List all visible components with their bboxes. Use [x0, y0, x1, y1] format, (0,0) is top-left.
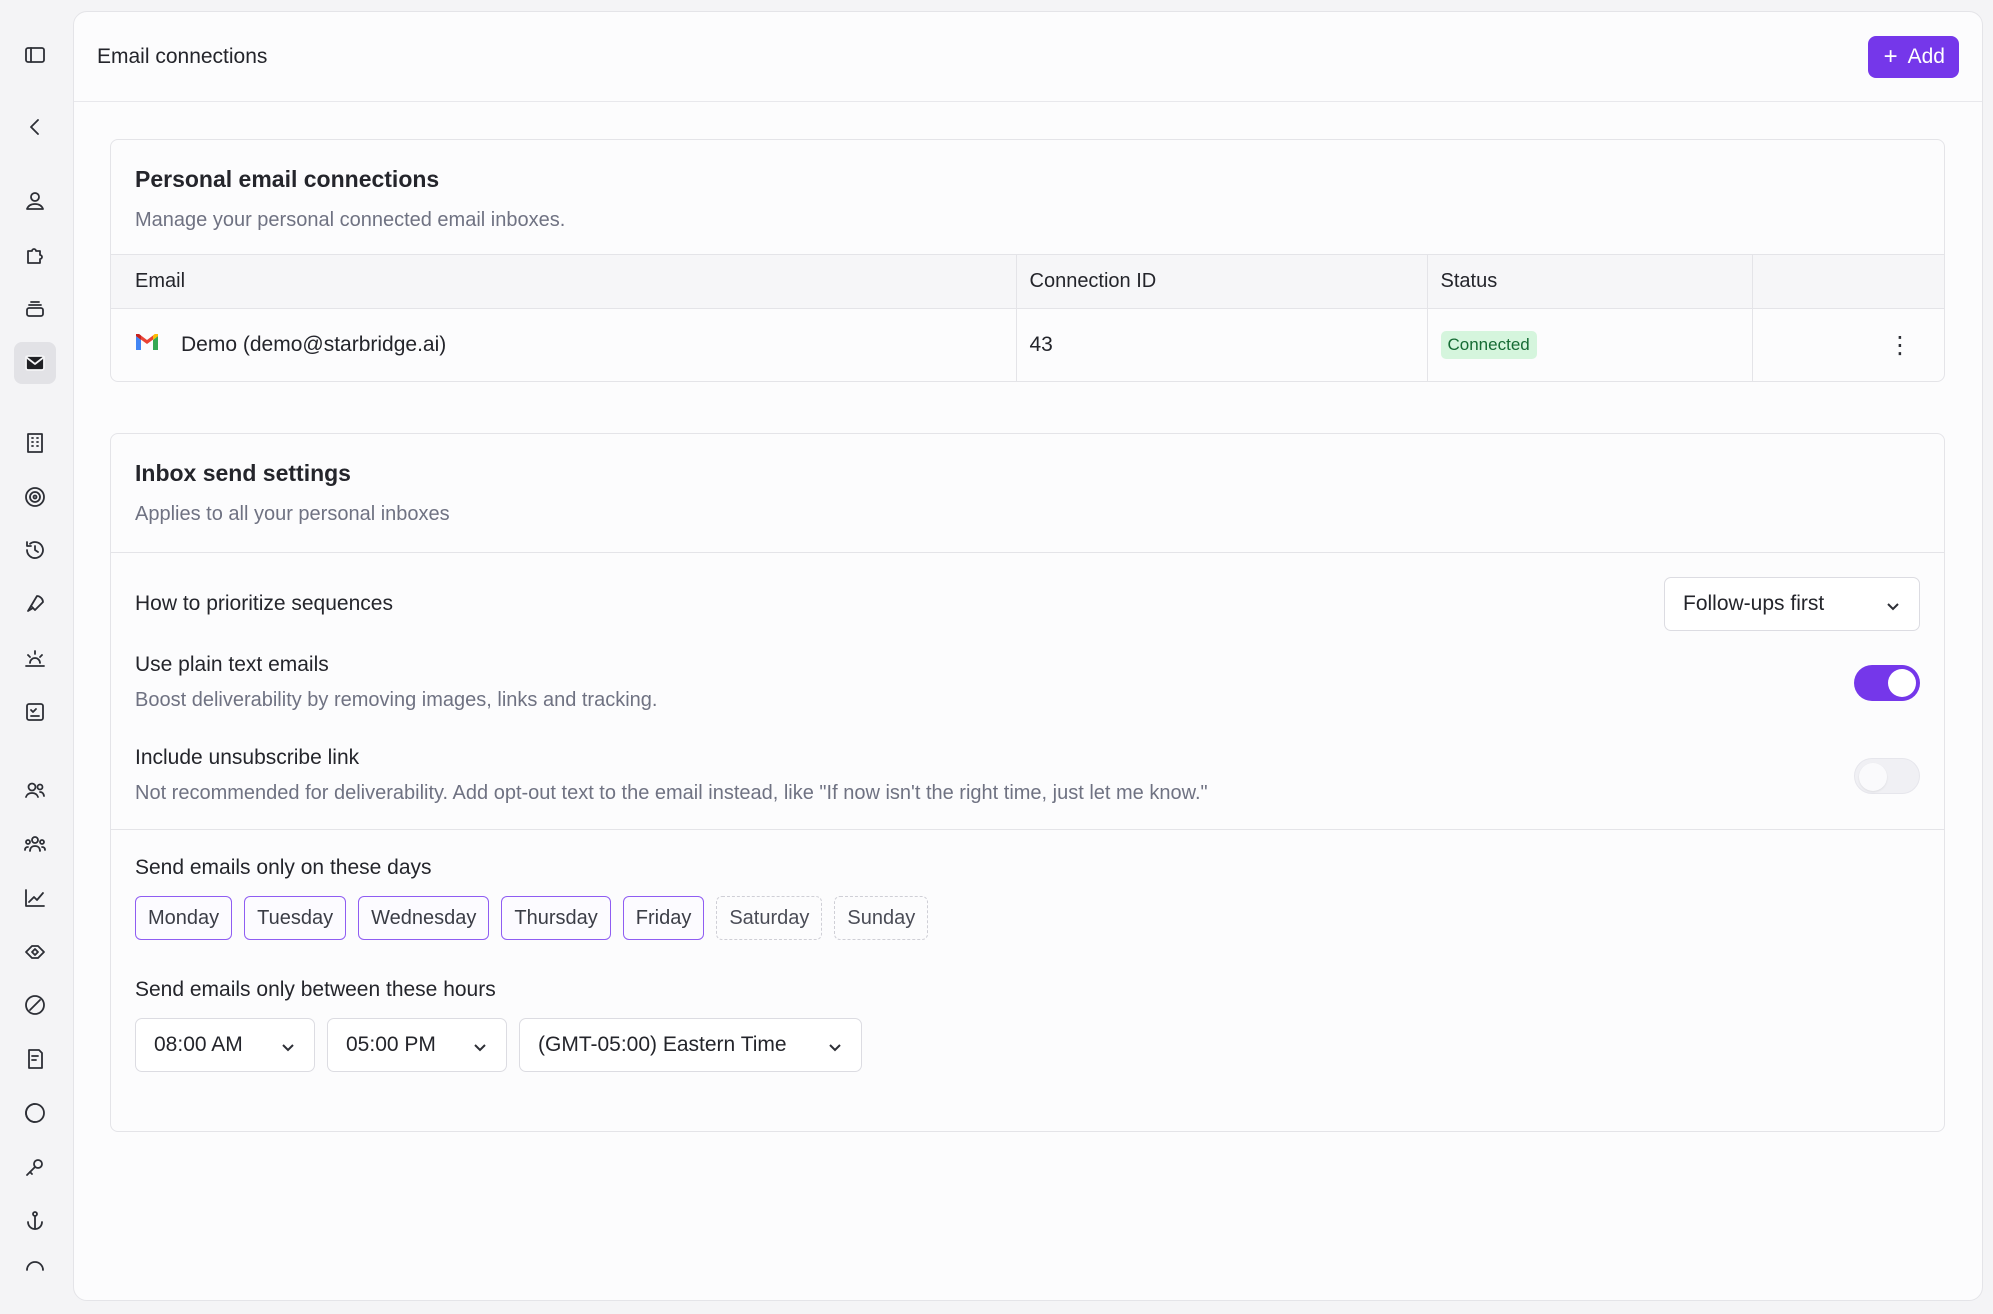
plus-icon: +: [1883, 42, 1898, 70]
back-icon[interactable]: [14, 106, 56, 148]
main-panel: Email connections + Add Personal email c…: [73, 11, 1983, 1301]
plain-text-toggle[interactable]: [1854, 664, 1920, 701]
chevron-down-icon: [827, 1037, 843, 1053]
day-wednesday[interactable]: Wednesday: [358, 896, 490, 940]
document-icon[interactable]: [14, 1038, 56, 1080]
prioritize-select[interactable]: Follow-ups first: [1664, 577, 1920, 631]
anchor-icon[interactable]: [14, 1200, 56, 1242]
plain-text-label: Use plain text emails: [135, 653, 329, 676]
personal-connections-subtitle: Manage your personal connected email inb…: [135, 209, 566, 231]
add-button-label: Add: [1907, 44, 1945, 68]
column-header-email[interactable]: Email: [111, 254, 1017, 309]
users-icon[interactable]: [14, 769, 56, 811]
unsubscribe-row: Include unsubscribe link Not recommended…: [111, 746, 1944, 805]
day-monday[interactable]: Monday: [135, 896, 233, 940]
page-title: Email connections: [97, 44, 268, 68]
day-tuesday[interactable]: Tuesday: [244, 896, 347, 940]
chevron-down-icon: [280, 1037, 296, 1053]
days-row: Send emails only on these days: [111, 856, 1944, 880]
plain-text-row: Use plain text emails Boost deliverabili…: [111, 653, 1944, 712]
start-time-select[interactable]: 08:00 AM: [135, 1018, 315, 1072]
unsubscribe-label: Include unsubscribe link: [135, 746, 360, 769]
checklist-icon[interactable]: [14, 691, 56, 733]
prioritize-row: How to prioritize sequences Follow-ups f…: [111, 577, 1944, 631]
key-icon[interactable]: [14, 1146, 56, 1188]
unsubscribe-toggle[interactable]: [1854, 757, 1920, 794]
divider: [111, 829, 1944, 830]
actions-cell: ⋮: [1752, 309, 1944, 382]
unsubscribe-description: Not recommended for deliverability. Add …: [135, 782, 1208, 804]
chevron-down-icon: [1885, 596, 1901, 612]
chart-icon[interactable]: [14, 877, 56, 919]
days-label: Send emails only on these days: [135, 856, 432, 879]
start-time-value: 08:00 AM: [154, 1033, 243, 1056]
plain-text-text: Use plain text emails Boost deliverabili…: [135, 653, 657, 712]
column-header-actions: [1752, 254, 1944, 309]
puzzle-icon[interactable]: [14, 234, 56, 276]
building-icon[interactable]: [14, 422, 56, 464]
add-button[interactable]: + Add: [1867, 35, 1959, 78]
personal-connections-header: Personal email connections Manage your p…: [111, 140, 1944, 254]
icon-rail: [0, 0, 72, 1314]
end-time-select[interactable]: 05:00 PM: [327, 1018, 507, 1072]
day-friday[interactable]: Friday: [622, 896, 705, 940]
toggle-knob: [1888, 668, 1916, 697]
tag-icon[interactable]: [14, 931, 56, 973]
unsubscribe-text: Include unsubscribe link Not recommended…: [135, 746, 1208, 805]
connections-table: Email Connection ID Status Demo (demo@st…: [111, 254, 1944, 381]
day-sunday[interactable]: Sunday: [834, 896, 929, 940]
status-badge: Connected: [1440, 331, 1537, 359]
top-bar: Email connections + Add: [74, 12, 1982, 102]
mail-icon[interactable]: [14, 342, 56, 384]
plain-text-description: Boost deliverability by removing images,…: [135, 689, 658, 711]
timezone-value: (GMT-05:00) Eastern Time: [538, 1033, 787, 1056]
layers-icon[interactable]: [14, 288, 56, 330]
column-header-connection-id[interactable]: Connection ID: [1016, 254, 1428, 309]
email-value: Demo (demo@starbridge.ai): [181, 333, 447, 356]
timezone-select[interactable]: (GMT-05:00) Eastern Time: [519, 1018, 862, 1072]
end-time-value: 05:00 PM: [346, 1033, 436, 1056]
gmail-icon: [135, 333, 159, 357]
more-options-icon[interactable]: ⋮: [1888, 332, 1912, 359]
personal-connections-card: Personal email connections Manage your p…: [110, 139, 1945, 382]
target-icon[interactable]: [14, 476, 56, 518]
hours-group: 08:00 AM 05:00 PM (GMT-05:00) Eastern Ti…: [111, 1018, 1944, 1072]
sunrise-icon[interactable]: [14, 637, 56, 679]
prioritize-value: Follow-ups first: [1683, 592, 1825, 615]
table-row[interactable]: Demo (demo@starbridge.ai) 43 Connected ⋮: [111, 308, 1944, 382]
send-settings-card: Inbox send settings Applies to all your …: [110, 433, 1945, 1132]
status-cell: Connected: [1427, 308, 1753, 381]
send-settings-header: Inbox send settings Applies to all your …: [111, 434, 1944, 552]
send-settings-subtitle: Applies to all your personal inboxes: [135, 503, 450, 525]
days-group: Monday Tuesday Wednesday Thursday Friday…: [111, 896, 1944, 940]
gauge-icon[interactable]: [14, 1254, 56, 1278]
personal-connections-title: Personal email connections: [135, 166, 440, 192]
circle-icon[interactable]: [14, 1092, 56, 1134]
toggle-knob: [1859, 762, 1887, 791]
send-settings-title: Inbox send settings: [135, 460, 351, 486]
hours-label: Send emails only between these hours: [135, 978, 496, 1001]
block-icon[interactable]: [14, 984, 56, 1026]
prioritize-label: How to prioritize sequences: [135, 592, 393, 615]
hours-row: Send emails only between these hours: [111, 978, 1944, 1002]
divider: [111, 552, 1944, 553]
day-saturday[interactable]: Saturday: [716, 896, 823, 940]
panel-toggle-icon[interactable]: [14, 34, 56, 76]
column-header-status[interactable]: Status: [1427, 254, 1753, 309]
user-icon[interactable]: [14, 180, 56, 222]
connection-id-cell: 43: [1016, 308, 1428, 381]
email-cell: Demo (demo@starbridge.ai): [111, 308, 1017, 381]
team-icon[interactable]: [14, 823, 56, 865]
chevron-down-icon: [472, 1037, 488, 1053]
history-icon[interactable]: [14, 529, 56, 571]
rocket-icon[interactable]: [14, 583, 56, 625]
day-thursday[interactable]: Thursday: [501, 896, 611, 940]
